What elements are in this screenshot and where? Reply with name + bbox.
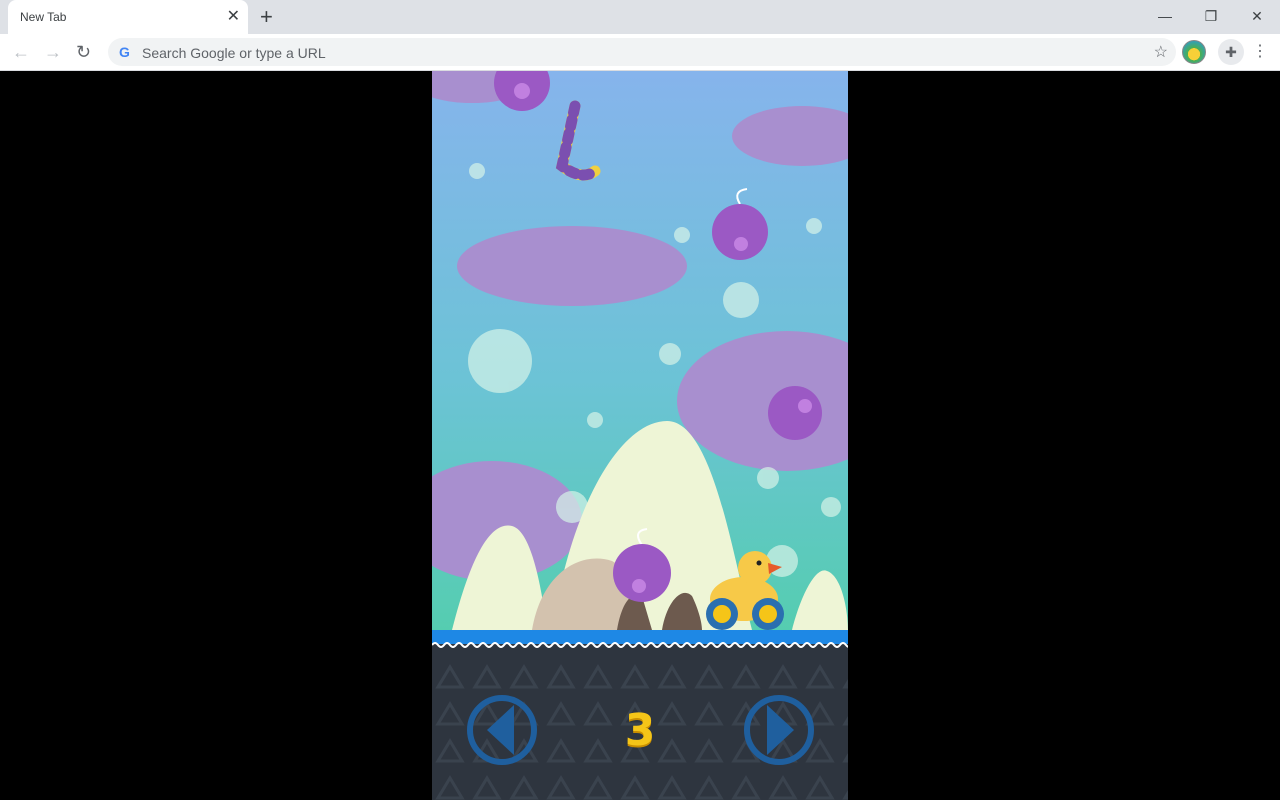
back-icon[interactable]: ← xyxy=(12,40,30,64)
profile-avatar[interactable] xyxy=(1182,40,1206,64)
game-scene xyxy=(432,71,848,800)
forward-icon[interactable]: → xyxy=(44,40,62,64)
tab-title: New Tab xyxy=(20,10,67,24)
reload-icon[interactable]: ↻ xyxy=(76,40,91,64)
toolbar: ← → ↻ G Search Google or type a URL ☆ ✚ … xyxy=(0,34,1280,71)
ground-strip xyxy=(432,630,848,644)
extensions-puzzle-icon[interactable]: ✚ xyxy=(1218,39,1244,65)
tab-bar: New Tab ✕ + — ❐ ✕ xyxy=(0,0,1280,34)
game-canvas[interactable]: 3 xyxy=(432,71,848,800)
close-window-icon[interactable]: ✕ xyxy=(1234,4,1280,28)
omnibox-placeholder: Search Google or type a URL xyxy=(142,45,326,61)
minimize-icon[interactable]: — xyxy=(1142,4,1188,28)
score-counter: 3 xyxy=(624,705,656,756)
plus-icon[interactable]: + xyxy=(260,5,273,29)
bookmark-star-icon[interactable]: ☆ xyxy=(1154,42,1168,62)
google-icon: G xyxy=(119,44,130,60)
omnibox[interactable]: G Search Google or type a URL ☆ xyxy=(108,38,1176,66)
close-tab-icon[interactable]: ✕ xyxy=(227,7,240,27)
restore-icon[interactable]: ❐ xyxy=(1188,4,1234,28)
tab-new-tab[interactable]: New Tab ✕ xyxy=(8,0,248,34)
menu-kebab-icon[interactable]: ⋮ xyxy=(1252,41,1268,61)
